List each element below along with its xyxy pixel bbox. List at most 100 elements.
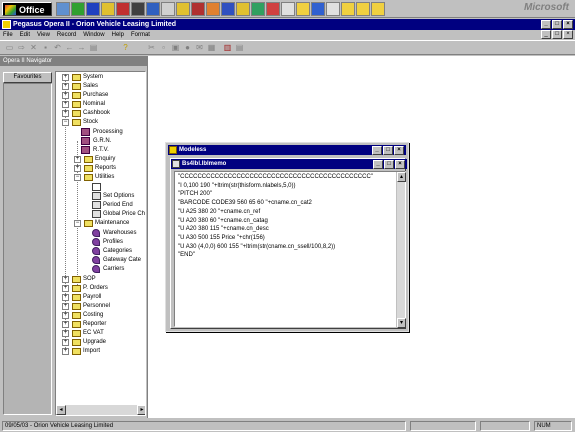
menu-record[interactable]: Record: [57, 30, 76, 40]
shortcut-icon[interactable]: [251, 2, 265, 16]
label-design-icon: [92, 183, 101, 191]
shortcut-icon[interactable]: [311, 2, 325, 16]
expand-icon[interactable]: +: [74, 156, 81, 163]
shortcut-icon[interactable]: [56, 2, 70, 16]
shortcut-icon[interactable]: [101, 2, 115, 16]
memo-child-window: Bs4lbl.lblmemo _ □ × "CCCCCCCCCCCCCCCCCC…: [170, 158, 407, 329]
memo-close-button[interactable]: ×: [395, 160, 405, 169]
expand-icon[interactable]: +: [62, 330, 69, 337]
settings-icon[interactable]: ●: [182, 43, 193, 53]
shortcut-icon[interactable]: [86, 2, 100, 16]
folder-icon: [72, 92, 81, 99]
email-icon[interactable]: ✉: [194, 43, 205, 53]
undo-icon[interactable]: ↶: [52, 43, 63, 53]
shortcut-icon[interactable]: [371, 2, 385, 16]
shortcut-icon[interactable]: [131, 2, 145, 16]
expand-icon[interactable]: +: [62, 339, 69, 346]
menu-help[interactable]: Help: [112, 30, 124, 40]
memo-line: "U A30 500 155 Price "+chr(156): [178, 234, 265, 241]
open-folder-icon: [72, 119, 81, 126]
modeless-maximize-button[interactable]: □: [383, 146, 393, 155]
menu-format[interactable]: Format: [131, 30, 150, 40]
shortcut-icon[interactable]: [176, 2, 190, 16]
shortcut-icon[interactable]: [356, 2, 370, 16]
memo-vertical-scrollbar[interactable]: ▴ ▾: [396, 172, 406, 328]
help-icon[interactable]: ?: [120, 43, 131, 53]
expand-icon[interactable]: +: [62, 101, 69, 108]
navigator-panel: Opera II Navigator Favourites + System +…: [0, 56, 148, 418]
shortcut-icon[interactable]: [341, 2, 355, 16]
expand-icon[interactable]: +: [62, 321, 69, 328]
memo-maximize-button[interactable]: □: [384, 160, 394, 169]
mdi-minimize-button[interactable]: _: [541, 30, 551, 39]
expand-icon[interactable]: +: [62, 83, 69, 90]
shortcut-icon[interactable]: [296, 2, 310, 16]
shortcut-icon[interactable]: [161, 2, 175, 16]
scroll-up-arrow-icon[interactable]: ▴: [397, 172, 406, 182]
print-icon[interactable]: ▣: [170, 43, 181, 53]
expand-icon[interactable]: +: [62, 348, 69, 355]
tree-label: Upgrade: [83, 339, 107, 345]
status-panel-empty: [410, 421, 476, 431]
delete-icon[interactable]: ✕: [28, 43, 39, 53]
memo-editor[interactable]: "CCCCCCCCCCCCCCCCCCCCCCCCCCCCCCCCCCCCCCC…: [174, 171, 406, 328]
menu-edit[interactable]: Edit: [20, 30, 30, 40]
shortcut-icon[interactable]: [146, 2, 160, 16]
minimize-button[interactable]: _: [541, 20, 551, 29]
expand-icon[interactable]: +: [62, 110, 69, 117]
memo-minimize-button[interactable]: _: [373, 160, 383, 169]
expand-icon[interactable]: +: [62, 285, 69, 292]
expand-icon[interactable]: +: [74, 165, 81, 172]
expand-icon[interactable]: +: [62, 303, 69, 310]
chart-icon[interactable]: ▥: [222, 43, 233, 53]
expand-icon[interactable]: +: [62, 74, 69, 81]
collapse-icon[interactable]: −: [74, 174, 81, 181]
mdi-maximize-button[interactable]: □: [552, 30, 562, 39]
find-icon[interactable]: ▤: [88, 43, 99, 53]
previous-icon[interactable]: ←: [64, 43, 75, 53]
mdi-close-button[interactable]: ×: [563, 30, 573, 39]
new-record-icon[interactable]: ▭: [4, 43, 15, 53]
expand-icon[interactable]: +: [62, 312, 69, 319]
collapse-icon[interactable]: −: [62, 119, 69, 126]
shortcut-icon[interactable]: [221, 2, 235, 16]
key-icon: [92, 247, 100, 255]
memo-line: "BARCODE CODE39 560 65 60 "+cname.cn_cat…: [178, 200, 312, 207]
shortcut-icon[interactable]: [191, 2, 205, 16]
shortcut-icon[interactable]: [116, 2, 130, 16]
tree-horizontal-scrollbar[interactable]: ◂ ▸: [56, 405, 145, 415]
shortcut-icon[interactable]: [326, 2, 340, 16]
favourites-button[interactable]: Favourites: [3, 72, 52, 83]
menu-view[interactable]: View: [37, 30, 50, 40]
office-button[interactable]: Office: [2, 2, 52, 16]
modeless-close-button[interactable]: ×: [394, 146, 404, 155]
copy-icon[interactable]: ⇨: [16, 43, 27, 53]
memo-line: "U A20 380 115 "+cname.cn_desc: [178, 226, 269, 233]
scroll-right-arrow-icon[interactable]: ▸: [137, 405, 145, 415]
close-button[interactable]: ×: [563, 20, 573, 29]
window-controls: _ □ ×: [541, 20, 573, 29]
table-icon[interactable]: ▦: [206, 43, 217, 53]
cut-icon[interactable]: ✂: [146, 43, 157, 53]
menu-file[interactable]: File: [3, 30, 13, 40]
shortcut-icon[interactable]: [71, 2, 85, 16]
mdi-window-controls: _ □ ×: [541, 30, 573, 39]
save-icon[interactable]: ▪: [40, 43, 51, 53]
scroll-left-arrow-icon[interactable]: ◂: [56, 405, 66, 415]
expand-icon[interactable]: +: [62, 276, 69, 283]
expand-icon[interactable]: +: [62, 92, 69, 99]
menu-window[interactable]: Window: [83, 30, 104, 40]
shortcut-icon[interactable]: [281, 2, 295, 16]
shortcut-icon[interactable]: [266, 2, 280, 16]
memo-text[interactable]: "CCCCCCCCCCCCCCCCCCCCCCCCCCCCCCCCCCCCCCC…: [178, 173, 398, 260]
expand-icon[interactable]: +: [62, 294, 69, 301]
paste-icon[interactable]: ▫: [158, 43, 169, 53]
scroll-down-arrow-icon[interactable]: ▾: [397, 318, 406, 328]
maximize-button[interactable]: □: [552, 20, 562, 29]
collapse-icon[interactable]: −: [74, 220, 81, 227]
report-icon[interactable]: ▤: [234, 43, 245, 53]
shortcut-icon[interactable]: [206, 2, 220, 16]
next-icon[interactable]: →: [76, 43, 87, 53]
shortcut-icon[interactable]: [236, 2, 250, 16]
modeless-minimize-button[interactable]: _: [372, 146, 382, 155]
